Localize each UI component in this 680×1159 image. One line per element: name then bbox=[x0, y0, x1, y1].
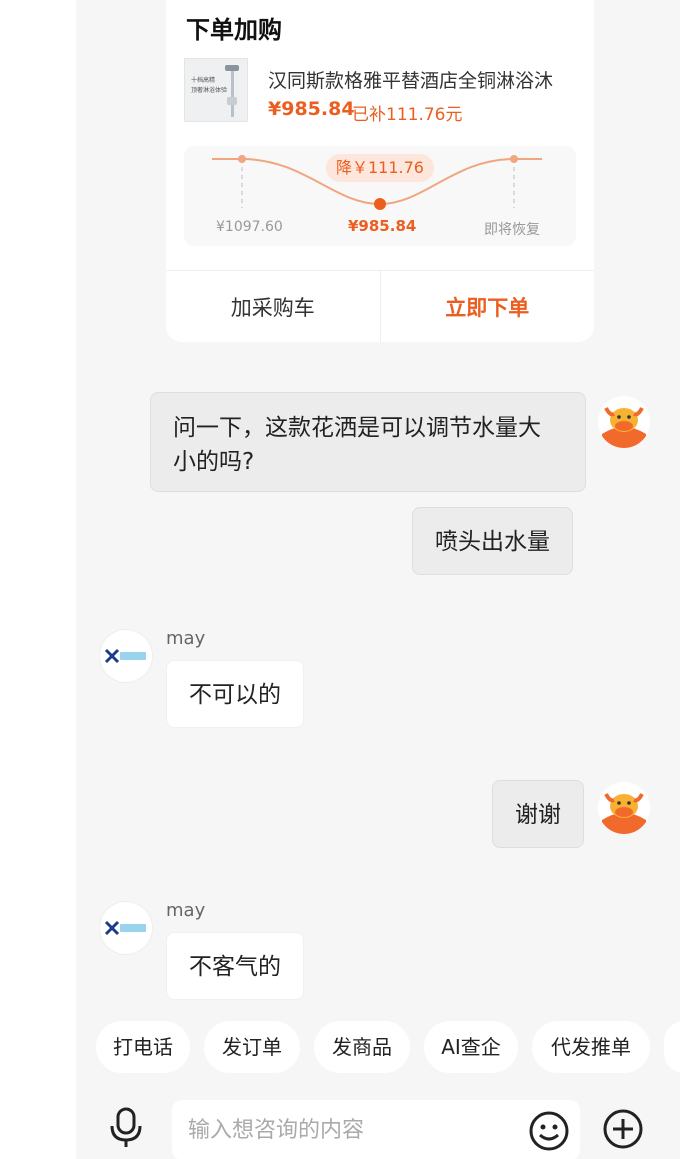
shower-pole-graphic bbox=[231, 65, 234, 117]
cow-avatar-icon bbox=[598, 782, 650, 834]
message-bubble[interactable]: 问一下，这款花洒是可以调节水量大小的吗? bbox=[150, 392, 586, 492]
quick-reply-ai-company[interactable]: AI查企 bbox=[424, 1021, 518, 1073]
sender-name: may bbox=[166, 900, 206, 921]
order-card: 下单加购 十档高精 顶奢淋浴体验 汉同斯款格雅平替酒店全铜淋浴沐 ¥985.84… bbox=[166, 0, 594, 342]
user-avatar[interactable] bbox=[598, 782, 650, 834]
shop-logo-icon bbox=[100, 902, 152, 954]
cow-avatar-icon bbox=[598, 396, 650, 448]
input-bar bbox=[76, 1090, 680, 1159]
quick-reply-dropship[interactable]: 代发推单 bbox=[532, 1021, 650, 1073]
price-trend-chart: 降￥111.76 ¥1097.60 ¥985.84 即将恢复 bbox=[184, 146, 576, 246]
chart-restore-label: 即将恢复 bbox=[484, 222, 540, 238]
message-bubble[interactable]: 喷头出水量 bbox=[412, 507, 573, 575]
card-title: 下单加购 bbox=[186, 16, 282, 44]
thumb-text-2: 顶奢淋浴体验 bbox=[191, 87, 228, 94]
add-to-cart-button[interactable]: 加采购车 bbox=[166, 271, 381, 342]
shower-mixer-graphic bbox=[227, 97, 237, 105]
quick-reply-more[interactable] bbox=[664, 1021, 680, 1073]
product-price: ¥985.84 bbox=[268, 98, 355, 120]
emoji-icon[interactable] bbox=[528, 1110, 570, 1156]
message-bubble[interactable]: 不客气的 bbox=[166, 932, 304, 1000]
product-name[interactable]: 汉同斯款格雅平替酒店全铜淋浴沐 bbox=[268, 66, 553, 93]
chat-screen: 下单加购 十档高精 顶奢淋浴体验 汉同斯款格雅平替酒店全铜淋浴沐 ¥985.84… bbox=[76, 0, 680, 1159]
shower-head-graphic bbox=[225, 65, 239, 71]
price-drop-badge: 降￥111.76 bbox=[326, 154, 434, 182]
card-actions: 加采购车 立即下单 bbox=[166, 270, 594, 342]
buy-now-button[interactable]: 立即下单 bbox=[381, 271, 595, 342]
user-avatar[interactable] bbox=[598, 396, 650, 448]
quick-reply-call[interactable]: 打电话 bbox=[96, 1021, 190, 1073]
message-bubble[interactable]: 不可以的 bbox=[166, 660, 304, 728]
product-thumbnail[interactable]: 十档高精 顶奢淋浴体验 bbox=[184, 58, 248, 122]
subsidy-text: 已补111.76元 bbox=[352, 105, 463, 125]
message-bubble[interactable]: 谢谢 bbox=[492, 780, 584, 848]
thumb-text-1: 十档高精 bbox=[191, 77, 216, 84]
message-input[interactable] bbox=[172, 1100, 580, 1159]
sender-name: may bbox=[166, 628, 206, 649]
shop-logo-icon bbox=[100, 630, 152, 682]
chart-current-price: ¥985.84 bbox=[348, 217, 417, 235]
chart-original-price: ¥1097.60 bbox=[216, 219, 283, 235]
shop-avatar[interactable] bbox=[100, 902, 152, 954]
plus-icon[interactable] bbox=[602, 1108, 644, 1154]
quick-reply-send-order[interactable]: 发订单 bbox=[204, 1021, 300, 1073]
microphone-icon[interactable] bbox=[106, 1106, 146, 1154]
shop-avatar[interactable] bbox=[100, 630, 152, 682]
quick-reply-send-product[interactable]: 发商品 bbox=[314, 1021, 410, 1073]
